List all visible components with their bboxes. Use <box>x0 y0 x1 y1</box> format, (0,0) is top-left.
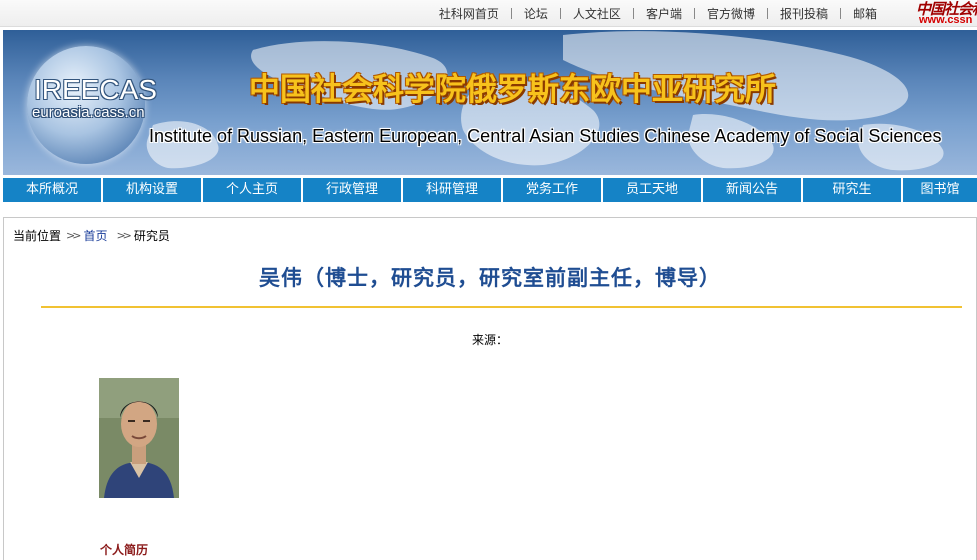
top-link-client[interactable]: 客户端 <box>634 5 694 22</box>
logo-url: euroasia.cass.cn <box>32 104 145 121</box>
nav-about[interactable]: 本所概况 <box>3 178 103 202</box>
top-utility-bar: 社科网首页 论坛 人文社区 客户端 官方微博 报刊投稿 邮箱 中国社会科 www… <box>0 0 977 27</box>
portrait-photo <box>99 378 179 498</box>
breadcrumb-home-link[interactable]: 首页 <box>83 227 107 244</box>
breadcrumb-arrow-icon: >> <box>66 229 82 242</box>
breadcrumb-arrow-icon: >> <box>116 229 132 242</box>
top-link-mail[interactable]: 邮箱 <box>841 5 889 22</box>
nav-research-management[interactable]: 科研管理 <box>403 178 503 202</box>
institute-title-en: Institute of Russian, Eastern European, … <box>149 126 942 146</box>
top-link-cssn-home[interactable]: 社科网首页 <box>427 5 511 22</box>
breadcrumb-current: 研究员 <box>133 229 170 243</box>
nav-library[interactable]: 图书馆 <box>903 178 977 202</box>
title-divider <box>41 306 962 308</box>
nav-news[interactable]: 新闻公告 <box>703 178 803 202</box>
article-title: 吴伟（博士，研究员，研究室前副主任，博导） <box>259 266 721 290</box>
main-nav: 本所概况 机构设置 个人主页 行政管理 科研管理 党务工作 员工天地 新闻公告 … <box>3 178 977 202</box>
nav-personal-pages[interactable]: 个人主页 <box>203 178 303 202</box>
nav-administration[interactable]: 行政管理 <box>303 178 403 202</box>
top-link-community[interactable]: 人文社区 <box>561 5 633 22</box>
top-link-forum[interactable]: 论坛 <box>512 5 560 22</box>
breadcrumb-label: 当前位置 <box>13 229 62 243</box>
portrait-photo-graphic <box>99 378 179 498</box>
top-link-submission[interactable]: 报刊投稿 <box>768 5 840 22</box>
nav-organization[interactable]: 机构设置 <box>103 178 203 202</box>
bio-section-heading: 个人简历 <box>100 543 149 557</box>
header-banner: IREECAS euroasia.cass.cn 中国社会科学院俄罗斯东欧中亚研… <box>3 30 977 175</box>
breadcrumb: 当前位置 >> 首页 >> 研究员 <box>13 227 170 244</box>
article-source: 来源： <box>471 333 508 347</box>
top-links: 社科网首页 论坛 人文社区 客户端 官方微博 报刊投稿 邮箱 <box>427 0 889 27</box>
top-link-weibo[interactable]: 官方微博 <box>695 5 767 22</box>
nav-party-affairs[interactable]: 党务工作 <box>503 178 603 202</box>
logo-acronym: IREECAS <box>34 74 157 105</box>
article-panel: 当前位置 >> 首页 >> 研究员 吴伟（博士，研究员，研究室前副主任，博导） … <box>3 217 977 560</box>
nav-graduate[interactable]: 研究生 <box>803 178 903 202</box>
nav-staff[interactable]: 员工天地 <box>603 178 703 202</box>
cssn-logo-url: www.cssn <box>919 14 973 26</box>
institute-title-cn: 中国社会科学院俄罗斯东欧中亚研究所 <box>249 72 776 108</box>
cssn-logo[interactable]: 中国社会科 www.cssn <box>913 0 977 27</box>
